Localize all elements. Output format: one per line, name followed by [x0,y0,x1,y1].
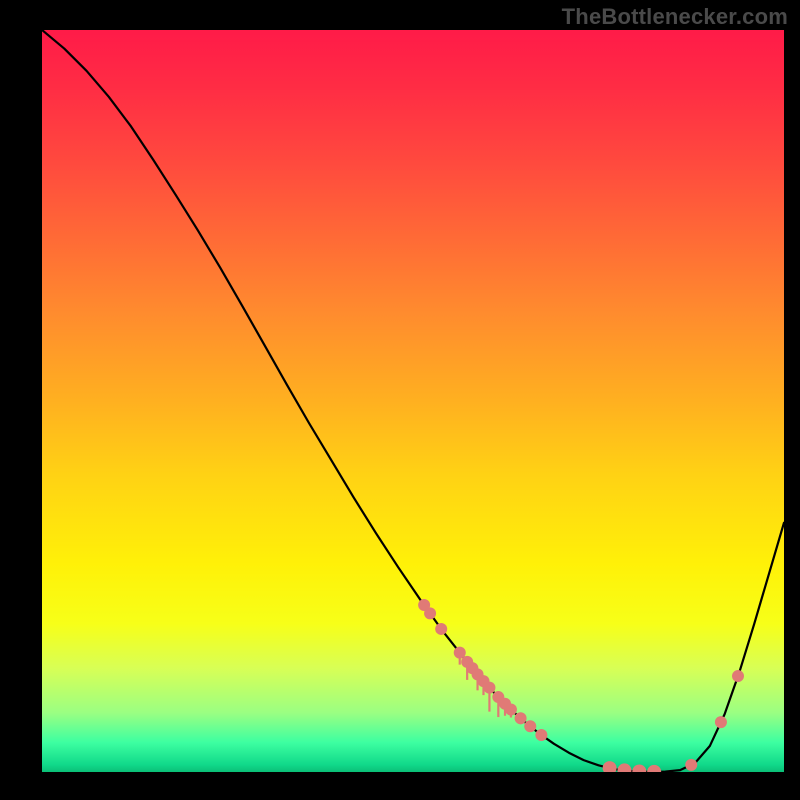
data-marker [632,764,646,772]
data-marker [524,720,536,732]
data-marker [732,670,744,682]
data-marker [617,763,631,772]
markers-layer [418,599,744,772]
data-marker [603,761,617,772]
data-marker [715,716,727,728]
watermark-text: TheBottlenecker.com [562,4,788,30]
data-marker [515,712,527,724]
data-marker [483,682,495,694]
data-marker [647,765,661,772]
data-marker [535,729,547,741]
data-marker [424,607,436,619]
bottleneck-curve [42,30,784,772]
data-marker [505,704,517,716]
plot-svg [42,30,784,772]
data-marker [435,623,447,635]
data-marker [685,759,697,771]
plot-area [42,30,784,772]
chart-frame: TheBottlenecker.com [0,0,800,800]
